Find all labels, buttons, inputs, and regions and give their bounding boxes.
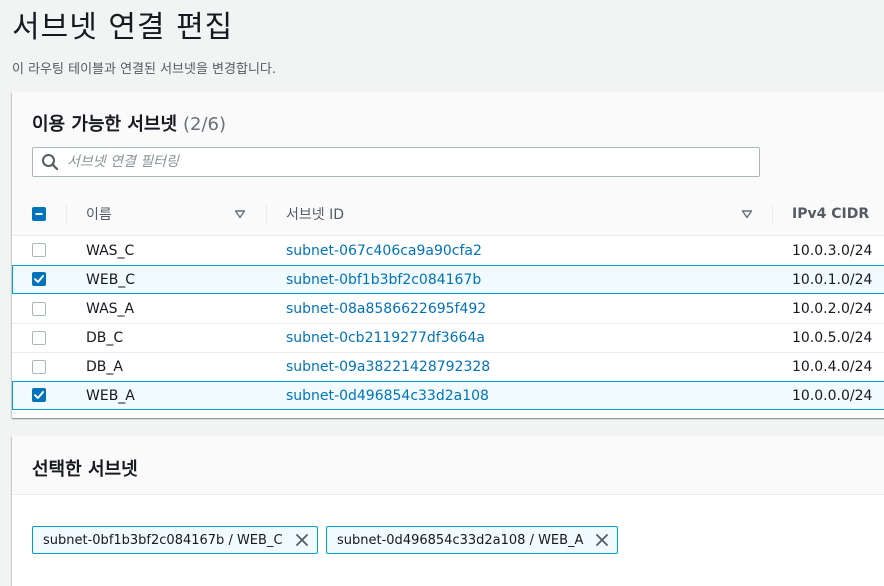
row-checkbox[interactable] xyxy=(32,243,46,257)
filter-search-box[interactable] xyxy=(32,147,760,177)
indeterminate-icon xyxy=(35,213,43,215)
column-header-name[interactable]: 이름 xyxy=(86,193,112,235)
row-checkbox[interactable] xyxy=(32,388,46,402)
row-cidr: 10.0.2.0/24 xyxy=(792,300,873,317)
table-row[interactable]: WAS_C subnet-067c406ca9a90cfa2 10.0.3.0/… xyxy=(12,236,884,265)
selected-subnet-token-label: subnet-0bf1b3bf2c084167b / WEB_C xyxy=(43,532,283,548)
column-header-cidr[interactable]: IPv4 CIDR xyxy=(792,193,869,235)
row-name: DB_A xyxy=(86,359,123,375)
row-name: WAS_A xyxy=(86,300,135,317)
row-subnet-id-link[interactable]: subnet-08a8586622695f492 xyxy=(286,301,486,317)
row-name: WEB_A xyxy=(86,387,135,404)
row-cidr: 10.0.5.0/24 xyxy=(792,330,873,346)
row-name: WEB_C xyxy=(86,271,136,288)
caret-down-icon[interactable] xyxy=(741,208,753,220)
row-cidr: 10.0.1.0/24 xyxy=(792,271,873,288)
selected-subnets-panel: 선택한 서브넷 subnet-0bf1b3bf2c084167b / WEB_C… xyxy=(12,436,884,586)
column-separator xyxy=(66,204,67,224)
check-icon xyxy=(34,391,44,399)
select-all-checkbox[interactable] xyxy=(32,207,46,221)
row-checkbox[interactable] xyxy=(32,302,46,316)
available-subnets-count: (2/6) xyxy=(183,114,227,135)
table-row[interactable]: DB_C subnet-0cb2119277df3664a 10.0.5.0/2… xyxy=(12,323,884,352)
selected-subnet-token: subnet-0d496854c33d2a108 / WEB_A xyxy=(326,526,619,554)
search-icon xyxy=(42,154,59,171)
available-subnets-header: 이용 가능한 서브넷 (2/6) xyxy=(12,92,884,194)
row-subnet-id-link[interactable]: subnet-09a38221428792328 xyxy=(286,359,490,375)
column-header-name-label: 이름 xyxy=(86,207,112,223)
row-subnet-id-link[interactable]: subnet-067c406ca9a90cfa2 xyxy=(286,243,482,259)
selected-subnet-token-label: subnet-0d496854c33d2a108 / WEB_A xyxy=(337,532,584,548)
column-separator xyxy=(772,204,773,224)
row-subnet-id-link[interactable]: subnet-0bf1b3bf2c084167b xyxy=(286,272,481,288)
row-checkbox[interactable] xyxy=(32,331,46,345)
row-cidr: 10.0.3.0/24 xyxy=(792,242,873,259)
available-subnets-title-text: 이용 가능한 서브넷 xyxy=(32,114,178,135)
row-name: DB_C xyxy=(86,330,124,346)
row-checkbox[interactable] xyxy=(32,272,46,286)
row-name: WAS_C xyxy=(86,242,135,259)
table-row[interactable]: WEB_C subnet-0bf1b3bf2c084167b 10.0.1.0/… xyxy=(12,265,884,294)
subnets-table: 이름 서브넷 ID IPv4 CIDR WAS_C subnet-067c406… xyxy=(12,193,884,410)
close-icon[interactable] xyxy=(295,533,309,547)
table-row[interactable]: WAS_A subnet-08a8586622695f492 10.0.2.0/… xyxy=(12,294,884,323)
selected-subnet-token: subnet-0bf1b3bf2c084167b / WEB_C xyxy=(32,526,318,554)
table-row[interactable]: DB_A subnet-09a38221428792328 10.0.4.0/2… xyxy=(12,352,884,381)
row-cidr: 10.0.0.0/24 xyxy=(792,387,873,404)
close-icon[interactable] xyxy=(595,533,609,547)
row-cidr: 10.0.4.0/24 xyxy=(792,359,873,375)
available-subnets-panel: 이용 가능한 서브넷(2/6) 이름 xyxy=(12,92,884,418)
column-header-subnet-id-label: 서브넷 ID xyxy=(286,207,344,223)
column-separator xyxy=(266,204,267,224)
page-title: 서브넷 연결 편집 xyxy=(12,10,234,45)
available-subnets-title: 이용 가능한 서브넷 (2/6) xyxy=(32,110,226,136)
column-header-cidr-label: IPv4 CIDR xyxy=(792,206,870,222)
check-icon xyxy=(34,275,44,283)
row-subnet-id-link[interactable]: subnet-0cb2119277df3664a xyxy=(286,330,485,346)
filter-search-input[interactable] xyxy=(67,148,747,176)
table-row[interactable]: WEB_A subnet-0d496854c33d2a108 10.0.0.0/… xyxy=(12,381,884,410)
selected-subnets-header: 선택한 서브넷 xyxy=(12,436,884,495)
caret-down-icon[interactable] xyxy=(234,208,246,220)
row-subnet-id-link[interactable]: subnet-0d496854c33d2a108 xyxy=(286,388,489,404)
column-header-subnet-id[interactable]: 서브넷 ID xyxy=(286,193,344,235)
table-header-row: 이름 서브넷 ID IPv4 CIDR xyxy=(12,193,884,236)
selected-subnets-title: 선택한 서브넷 xyxy=(32,459,138,480)
page-description: 이 라우팅 테이블과 연결된 서브넷을 변경합니다. xyxy=(12,62,276,77)
row-checkbox[interactable] xyxy=(32,360,46,374)
